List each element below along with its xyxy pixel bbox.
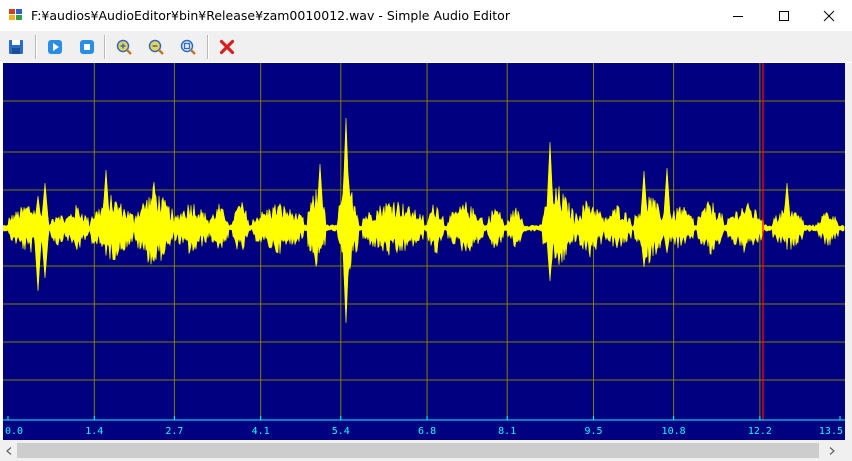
chevron-right-icon (829, 446, 835, 455)
waveform-canvas[interactable]: 0.0 1.4 2.7 4.1 5.4 6.8 8.1 9.5 10.8 12.2 13.5 (2, 63, 845, 440)
time-label: 5.4 (332, 426, 350, 437)
close-button[interactable] (806, 0, 852, 31)
save-icon (9, 40, 23, 54)
chevron-left-icon (5, 446, 11, 455)
zoom-fit-button[interactable] (177, 36, 199, 58)
time-label: 4.1 (252, 426, 270, 437)
horizontal-scrollbar[interactable] (0, 440, 852, 461)
zoom-out-button[interactable] (145, 36, 167, 58)
time-label: 9.5 (584, 426, 602, 437)
stop-button[interactable] (76, 36, 98, 58)
time-label: 1.4 (85, 426, 103, 437)
title-bar: F:¥audios¥AudioEditor¥bin¥Release¥zam001… (0, 0, 852, 31)
stop-icon (80, 40, 94, 54)
minimize-button[interactable] (715, 0, 761, 31)
app-icon (9, 9, 23, 21)
zoom-in-icon (116, 39, 132, 55)
maximize-button[interactable] (761, 0, 807, 31)
waveform-view[interactable]: 0.0 1.4 2.7 4.1 5.4 6.8 8.1 9.5 10.8 12.2 13.5 (2, 63, 845, 440)
toolbar-separator (35, 35, 37, 59)
scroll-right-button[interactable] (823, 440, 840, 461)
toolbar-separator (104, 35, 106, 59)
time-label: 2.7 (165, 426, 183, 437)
close-file-button[interactable] (216, 36, 238, 58)
play-icon (48, 40, 62, 54)
time-label: 6.8 (418, 426, 436, 437)
zoom-fit-icon (180, 39, 196, 55)
time-label: 8.1 (498, 426, 516, 437)
time-label: 12.2 (748, 426, 772, 437)
play-button[interactable] (44, 36, 66, 58)
time-label: 0.0 (5, 426, 23, 437)
toolbar-separator (207, 35, 209, 59)
waveform-signal (2, 117, 845, 324)
save-button[interactable] (5, 36, 27, 58)
zoom-out-icon (148, 39, 164, 55)
zoom-in-button[interactable] (113, 36, 135, 58)
time-label: 13.5 (819, 426, 843, 437)
scroll-thumb[interactable] (17, 443, 819, 458)
window-title: F:¥audios¥AudioEditor¥bin¥Release¥zam001… (31, 8, 510, 23)
minimize-icon (733, 15, 743, 17)
vertical-scrollbar[interactable] (845, 63, 852, 440)
scroll-left-button[interactable] (0, 440, 17, 461)
toolbar (0, 31, 852, 62)
close-icon (823, 10, 835, 21)
red-x-icon (219, 39, 235, 55)
maximize-icon (779, 10, 789, 21)
time-label: 10.8 (662, 426, 686, 437)
